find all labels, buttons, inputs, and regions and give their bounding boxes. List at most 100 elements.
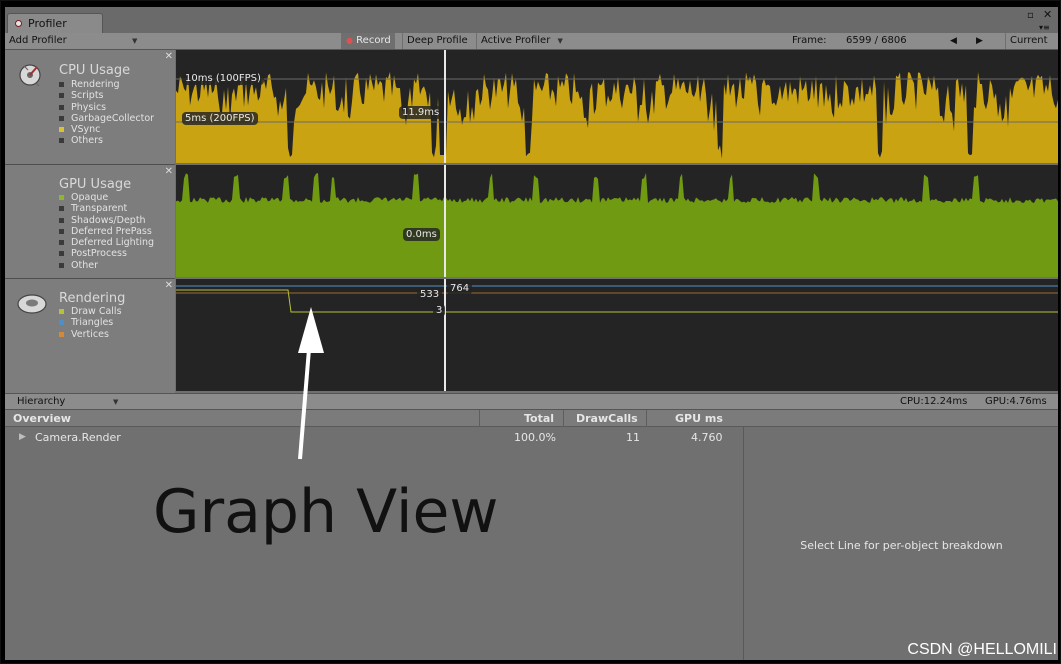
legend-swatch [59,82,64,87]
close-icon[interactable]: ✕ [165,167,173,177]
legend-label: Draw Calls [71,306,122,317]
legend-swatch [59,309,64,314]
close-icon[interactable]: ✕ [165,52,173,62]
frame-counter: 6599 / 6806 [846,35,907,46]
legend-item[interactable]: VSync [59,124,154,135]
rendering-module[interactable]: Rendering Draw Calls Triangles Vertices ✕ [5,279,175,393]
cpu-label-5ms: 5ms (200FPS) [182,112,258,125]
legend-item[interactable]: Draw Calls [59,306,122,317]
legend-swatch [59,115,64,121]
legend-label: Transparent [71,203,128,215]
legend-swatch [59,262,64,268]
annotation-arrow [298,307,324,460]
legend-item[interactable]: GarbageCollector [59,113,154,124]
row-drawcalls: 11 [626,431,640,444]
rendering-legend: Draw Calls Triangles Vertices [59,306,122,340]
object-breakdown-pane: Select Line for per-object breakdown [743,427,1058,660]
legend-label: Other [71,259,98,271]
prev-frame-button[interactable]: ◀ [950,33,957,49]
watermark: CSDN @HELLOMILI [907,641,1057,658]
chevron-down-icon: ▼ [557,37,563,45]
column-gpu-ms[interactable]: GPU ms [675,412,723,425]
legend-item[interactable]: Shadows/Depth [59,215,154,226]
current-frame-button[interactable]: Current [1005,33,1052,49]
active-profiler-dropdown[interactable]: Active Profiler ▼ [476,33,581,49]
record-button[interactable]: ● Record [341,33,395,49]
column-total[interactable]: Total [524,412,554,425]
maximize-icon[interactable]: ▫ [1027,11,1034,21]
cpu-area-fill [176,72,1058,163]
profiler-toolbar: Add Profiler ▼ ● Record Deep Profile Act… [5,33,1058,50]
detail-hint: Select Line for per-object breakdown [800,539,1003,552]
column-divider[interactable] [563,410,564,427]
hierarchy-toolbar: Hierarchy ▼ CPU:12.24ms GPU:4.76ms [5,393,1058,410]
legend-item[interactable]: Others [59,135,154,146]
column-divider[interactable] [646,410,647,427]
legend-item[interactable]: Triangles [59,317,122,328]
legend-item[interactable]: Opaque [59,192,154,203]
legend-item[interactable]: Other [59,260,154,271]
legend-item[interactable]: PostProcess [59,248,154,259]
hierarchy-mode-dropdown[interactable]: Hierarchy ▼ [17,394,118,410]
gpu-legend: Opaque Transparent Shadows/Depth Deferred P… [59,192,154,271]
row-gpu-ms: 4.760 [691,431,723,444]
annotation-text: Graph View [153,477,499,547]
legend-label: PostProcess [71,248,127,260]
vertices-value-label: 533 [417,288,443,301]
profiler-icon [15,20,22,27]
profiler-window: Profiler ▫ ✕ ▾≡ Add Profiler ▼ ● Record … [5,7,1058,660]
column-drawcalls[interactable]: DrawCalls [576,412,638,425]
column-divider[interactable] [479,410,480,427]
tab-label: Profiler [28,17,67,30]
cpu-value-label: 11.9ms [399,106,443,119]
legend-label: Scripts [71,90,104,102]
cpu-usage-graph[interactable]: 10ms (100FPS) 5ms (200FPS) 11.9ms [176,50,1058,163]
column-overview[interactable]: Overview [13,412,71,425]
title-bar: Profiler ▫ ✕ ▾≡ [5,7,1058,33]
add-profiler-dropdown[interactable]: Add Profiler ▼ [9,33,138,49]
legend-label: Vertices [71,328,109,340]
gpu-value-label: 0.0ms [403,228,440,241]
legend-swatch [59,93,64,99]
cpu-legend: Rendering Scripts Physics GarbageCollector V… [59,79,154,147]
row-name: Camera.Render [35,431,121,444]
cpu-label-10ms: 10ms (100FPS) [182,72,264,85]
rendering-icon [17,294,47,314]
hierarchy-header: Overview Total DrawCalls GPU ms [5,410,1058,427]
deep-profile-button[interactable]: Deep Profile [402,33,472,49]
legend-label: Physics [71,101,107,113]
next-frame-button[interactable]: ▶ [976,33,983,49]
expand-arrow-icon[interactable]: ▶ [19,432,26,442]
close-icon[interactable]: ✕ [1043,9,1052,20]
gpu-area-chart [176,165,1058,277]
menu-icon[interactable]: ▾≡ [1039,23,1050,33]
active-profiler-label: Active Profiler [481,35,551,46]
cpu-area-chart [176,50,1058,163]
record-label: Record [356,35,391,46]
legend-swatch [59,104,64,110]
legend-item[interactable]: Vertices [59,329,122,340]
cpu-time-stat: CPU:12.24ms [900,396,968,407]
gpu-usage-title: GPU Usage [59,177,132,192]
tab-profiler[interactable]: Profiler [7,13,103,33]
cpu-usage-icon [19,64,41,87]
chevron-down-icon: ▼ [132,37,138,45]
legend-item[interactable]: Physics [59,102,154,113]
legend-swatch [59,228,64,234]
gpu-usage-module[interactable]: GPU Usage Opaque Transparent Shadows/Depth… [5,165,175,279]
row-total: 100.0% [514,431,556,444]
close-icon[interactable]: ✕ [165,281,173,291]
legend-item[interactable]: Deferred Lighting [59,237,154,248]
cpu-usage-title: CPU Usage [59,63,131,78]
record-icon: ● [346,36,353,45]
legend-label: Triangles [71,317,114,329]
gpu-usage-graph[interactable]: 0.0ms [176,165,1058,277]
legend-item[interactable]: Transparent [59,203,154,214]
legend-swatch [59,206,64,212]
legend-item[interactable]: Scripts [59,90,154,101]
cpu-usage-module[interactable]: CPU Usage Rendering Scripts Physics Garbage… [5,50,175,165]
table-row[interactable]: ▶ Camera.Render 100.0% 11 4.760 [5,429,743,446]
legend-item[interactable]: Deferred PrePass [59,226,154,237]
legend-swatch [59,320,64,326]
legend-item[interactable]: Rendering [59,79,154,90]
